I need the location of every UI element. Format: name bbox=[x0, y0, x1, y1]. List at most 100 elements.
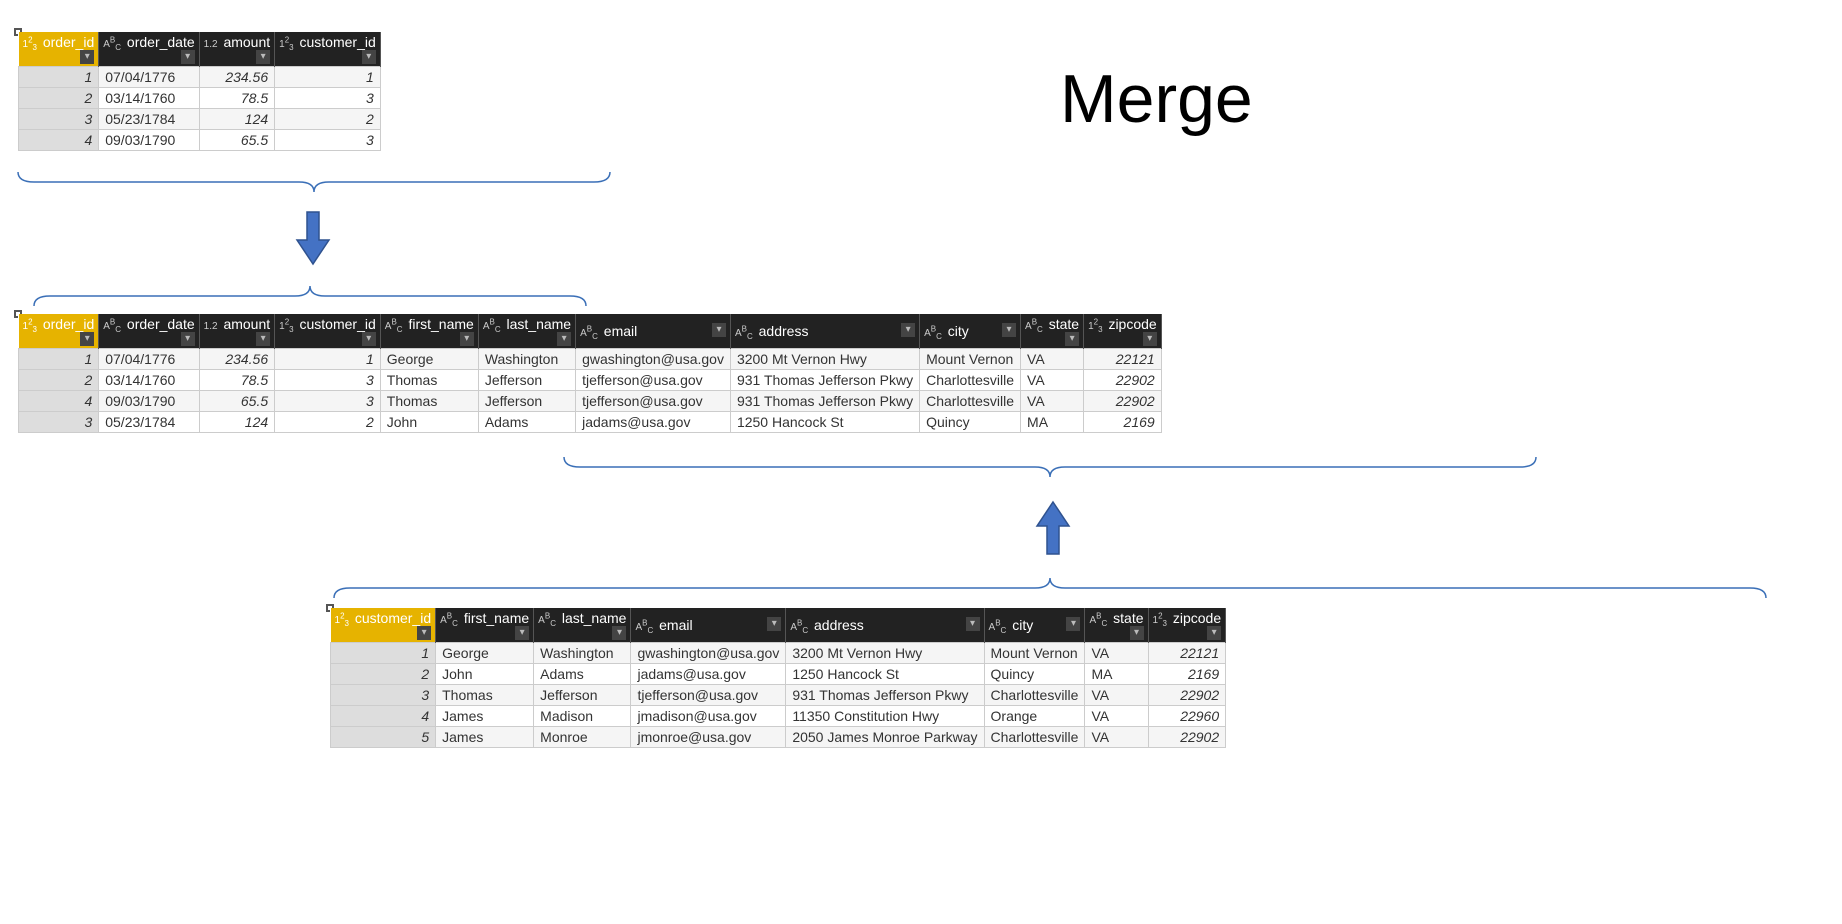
dropdown-icon[interactable]: ▾ bbox=[1130, 626, 1144, 640]
cell-order_id[interactable]: 3 bbox=[19, 412, 99, 433]
dropdown-icon[interactable]: ▾ bbox=[1207, 626, 1221, 640]
dropdown-icon[interactable]: ▾ bbox=[1066, 617, 1080, 631]
dropdown-icon[interactable]: ▾ bbox=[417, 626, 431, 640]
dropdown-icon[interactable]: ▾ bbox=[1143, 332, 1157, 346]
cell-last_name[interactable]: Monroe bbox=[534, 727, 631, 748]
dropdown-icon[interactable]: ▾ bbox=[362, 50, 376, 64]
cell-customer_id[interactable]: 1 bbox=[331, 643, 436, 664]
cell-state[interactable]: VA bbox=[1085, 706, 1148, 727]
dropdown-icon[interactable]: ▾ bbox=[181, 50, 195, 64]
cell-amount[interactable]: 65.5 bbox=[199, 391, 275, 412]
column-header-zipcode[interactable]: 123 zipcode▾ bbox=[1084, 314, 1162, 349]
cell-zipcode[interactable]: 2169 bbox=[1148, 664, 1226, 685]
cell-email[interactable]: jmonroe@usa.gov bbox=[631, 727, 786, 748]
cell-address[interactable]: 3200 Mt Vernon Hwy bbox=[730, 349, 919, 370]
dropdown-icon[interactable]: ▾ bbox=[612, 626, 626, 640]
cell-last_name[interactable]: Madison bbox=[534, 706, 631, 727]
cell-amount[interactable]: 78.5 bbox=[199, 88, 275, 109]
cell-amount[interactable]: 234.56 bbox=[199, 349, 275, 370]
cell-first_name[interactable]: John bbox=[436, 664, 534, 685]
cell-amount[interactable]: 124 bbox=[199, 412, 275, 433]
cell-city[interactable]: Quincy bbox=[984, 664, 1085, 685]
cell-order_id[interactable]: 4 bbox=[19, 391, 99, 412]
cell-city[interactable]: Charlottesville bbox=[920, 370, 1021, 391]
cell-order_date[interactable]: 05/23/1784 bbox=[99, 412, 199, 433]
cell-email[interactable]: jadams@usa.gov bbox=[576, 412, 731, 433]
table-row[interactable]: 203/14/176078.53 bbox=[19, 88, 381, 109]
cell-address[interactable]: 2050 James Monroe Parkway bbox=[786, 727, 984, 748]
dropdown-icon[interactable]: ▾ bbox=[256, 332, 270, 346]
dropdown-icon[interactable]: ▾ bbox=[966, 617, 980, 631]
cell-email[interactable]: tjefferson@usa.gov bbox=[631, 685, 786, 706]
cell-customer_id[interactable]: 1 bbox=[275, 349, 381, 370]
cell-order_id[interactable]: 3 bbox=[19, 109, 99, 130]
cell-address[interactable]: 11350 Constitution Hwy bbox=[786, 706, 984, 727]
table-row[interactable]: 409/03/179065.53ThomasJeffersontjefferso… bbox=[19, 391, 1162, 412]
column-header-order_date[interactable]: ABC order_date▾ bbox=[99, 32, 199, 67]
cell-last_name[interactable]: Washington bbox=[534, 643, 631, 664]
cell-last_name[interactable]: Adams bbox=[478, 412, 575, 433]
column-header-last_name[interactable]: ABC last_name▾ bbox=[534, 608, 631, 643]
column-header-order_date[interactable]: ABC order_date▾ bbox=[99, 314, 199, 349]
column-header-order_id[interactable]: 123 order_id▾ bbox=[19, 314, 99, 349]
cell-customer_id[interactable]: 2 bbox=[331, 664, 436, 685]
dropdown-icon[interactable]: ▾ bbox=[1002, 323, 1016, 337]
table-row[interactable]: 5JamesMonroejmonroe@usa.gov2050 James Mo… bbox=[331, 727, 1226, 748]
table-row[interactable]: 107/04/1776234.561GeorgeWashingtongwashi… bbox=[19, 349, 1162, 370]
dropdown-icon[interactable]: ▾ bbox=[80, 332, 94, 346]
dropdown-icon[interactable]: ▾ bbox=[256, 50, 270, 64]
cell-first_name[interactable]: Thomas bbox=[436, 685, 534, 706]
cell-order_date[interactable]: 09/03/1790 bbox=[99, 391, 199, 412]
cell-zipcode[interactable]: 22902 bbox=[1084, 391, 1162, 412]
cell-address[interactable]: 931 Thomas Jefferson Pkwy bbox=[730, 391, 919, 412]
column-header-address[interactable]: ABC address▾ bbox=[786, 608, 984, 643]
column-header-customer_id[interactable]: 123 customer_id▾ bbox=[331, 608, 436, 643]
cell-amount[interactable]: 124 bbox=[199, 109, 275, 130]
table-row[interactable]: 3ThomasJeffersontjefferson@usa.gov931 Th… bbox=[331, 685, 1226, 706]
cell-state[interactable]: VA bbox=[1021, 370, 1084, 391]
cell-city[interactable]: Charlottesville bbox=[984, 685, 1085, 706]
cell-email[interactable]: tjefferson@usa.gov bbox=[576, 391, 731, 412]
dropdown-icon[interactable]: ▾ bbox=[557, 332, 571, 346]
column-header-customer_id[interactable]: 123 customer_id▾ bbox=[275, 314, 381, 349]
column-header-email[interactable]: ABC email▾ bbox=[576, 314, 731, 349]
cell-address[interactable]: 1250 Hancock St bbox=[730, 412, 919, 433]
cell-first_name[interactable]: John bbox=[380, 412, 478, 433]
cell-customer_id[interactable]: 3 bbox=[275, 88, 381, 109]
cell-order_id[interactable]: 2 bbox=[19, 88, 99, 109]
column-header-email[interactable]: ABC email▾ bbox=[631, 608, 786, 643]
cell-zipcode[interactable]: 22960 bbox=[1148, 706, 1226, 727]
cell-customer_id[interactable]: 3 bbox=[331, 685, 436, 706]
cell-state[interactable]: VA bbox=[1085, 685, 1148, 706]
dropdown-icon[interactable]: ▾ bbox=[460, 332, 474, 346]
cell-customer_id[interactable]: 3 bbox=[275, 391, 381, 412]
cell-state[interactable]: MA bbox=[1085, 664, 1148, 685]
cell-last_name[interactable]: Jefferson bbox=[478, 391, 575, 412]
cell-amount[interactable]: 65.5 bbox=[199, 130, 275, 151]
dropdown-icon[interactable]: ▾ bbox=[181, 332, 195, 346]
cell-state[interactable]: VA bbox=[1021, 349, 1084, 370]
cell-order_date[interactable]: 09/03/1790 bbox=[99, 130, 199, 151]
cell-email[interactable]: gwashington@usa.gov bbox=[631, 643, 786, 664]
column-header-city[interactable]: ABC city▾ bbox=[920, 314, 1021, 349]
cell-last_name[interactable]: Adams bbox=[534, 664, 631, 685]
cell-customer_id[interactable]: 3 bbox=[275, 370, 381, 391]
cell-customer_id[interactable]: 2 bbox=[275, 109, 381, 130]
cell-address[interactable]: 931 Thomas Jefferson Pkwy bbox=[786, 685, 984, 706]
cell-state[interactable]: VA bbox=[1021, 391, 1084, 412]
column-header-zipcode[interactable]: 123 zipcode▾ bbox=[1148, 608, 1226, 643]
column-header-address[interactable]: ABC address▾ bbox=[730, 314, 919, 349]
cell-city[interactable]: Orange bbox=[984, 706, 1085, 727]
cell-email[interactable]: tjefferson@usa.gov bbox=[576, 370, 731, 391]
cell-first_name[interactable]: George bbox=[380, 349, 478, 370]
cell-customer_id[interactable]: 3 bbox=[275, 130, 381, 151]
cell-address[interactable]: 3200 Mt Vernon Hwy bbox=[786, 643, 984, 664]
cell-order_id[interactable]: 2 bbox=[19, 370, 99, 391]
cell-order_id[interactable]: 1 bbox=[19, 349, 99, 370]
cell-city[interactable]: Mount Vernon bbox=[984, 643, 1085, 664]
cell-amount[interactable]: 78.5 bbox=[199, 370, 275, 391]
dropdown-icon[interactable]: ▾ bbox=[515, 626, 529, 640]
cell-state[interactable]: MA bbox=[1021, 412, 1084, 433]
dropdown-icon[interactable]: ▾ bbox=[362, 332, 376, 346]
column-header-last_name[interactable]: ABC last_name▾ bbox=[478, 314, 575, 349]
